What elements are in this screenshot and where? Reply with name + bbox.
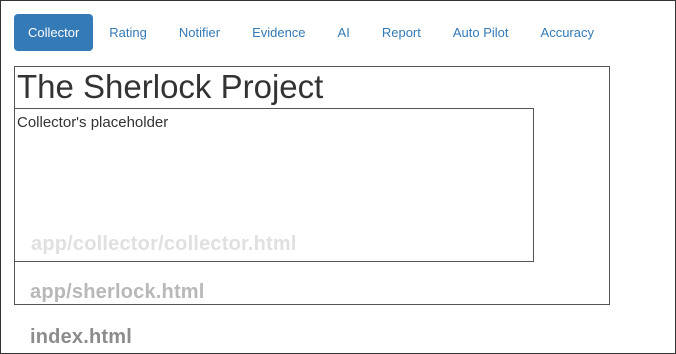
collector-placeholder-text: Collector's placeholder: [17, 114, 169, 131]
file-label-sherlock: app/sherlock.html: [30, 281, 205, 303]
nav-tabs: Collector Rating Notifier Evidence AI Re…: [14, 14, 610, 51]
page-title: The Sherlock Project: [17, 68, 324, 105]
tab-rating[interactable]: Rating: [93, 14, 163, 51]
file-label-collector: app/collector/collector.html: [31, 233, 297, 255]
tab-report[interactable]: Report: [366, 14, 437, 51]
tab-accuracy[interactable]: Accuracy: [525, 14, 610, 51]
tab-evidence[interactable]: Evidence: [236, 14, 321, 51]
file-label-index: index.html: [30, 326, 133, 348]
tab-notifier[interactable]: Notifier: [163, 14, 236, 51]
tab-ai[interactable]: AI: [322, 14, 366, 51]
tab-collector[interactable]: Collector: [14, 14, 94, 51]
tab-auto-pilot[interactable]: Auto Pilot: [437, 14, 525, 51]
